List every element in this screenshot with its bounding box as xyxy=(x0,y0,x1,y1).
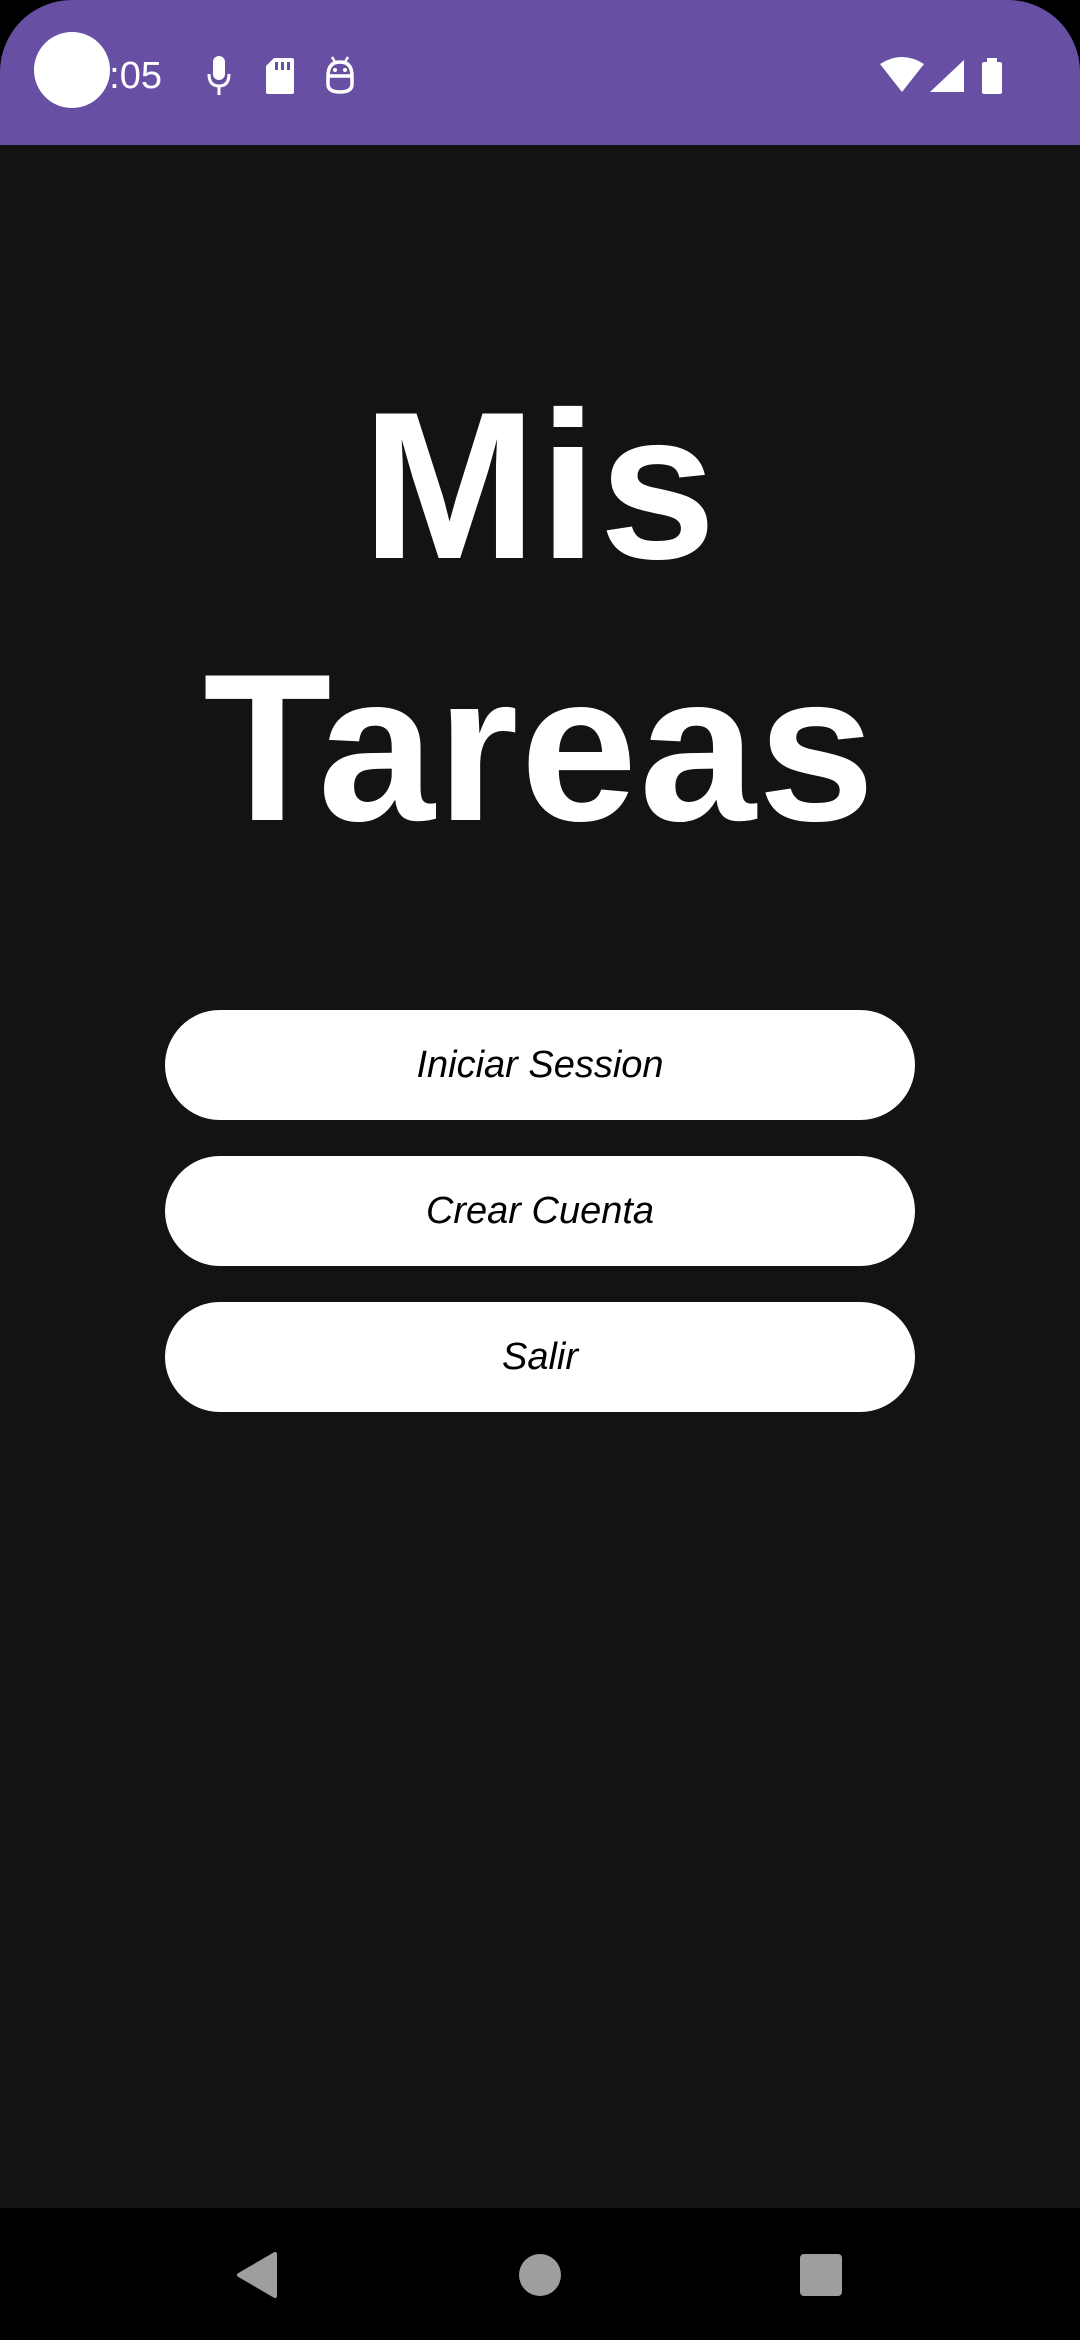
phone-screen: 3:05 Mis Tareas Iniciar Session Crear Cu… xyxy=(0,0,1080,2340)
sd-card-icon xyxy=(266,58,294,94)
app-title-line-1: Mis xyxy=(361,368,719,603)
navigation-bar xyxy=(0,2208,1080,2340)
back-icon xyxy=(237,2252,277,2298)
create-account-button[interactable]: Crear Cuenta xyxy=(165,1156,915,1266)
nav-back-button[interactable] xyxy=(212,2230,302,2320)
nav-recents-button[interactable] xyxy=(776,2230,866,2320)
status-bar: 3:05 xyxy=(0,0,1080,145)
login-button[interactable]: Iniciar Session xyxy=(165,1010,915,1120)
mic-icon xyxy=(207,56,231,95)
app-title: Mis Tareas xyxy=(0,355,1080,879)
app-title-line-2: Tareas xyxy=(203,630,877,865)
nav-home-button[interactable] xyxy=(495,2230,585,2320)
android-robot-icon xyxy=(326,56,354,94)
wifi-icon xyxy=(880,57,924,92)
exit-button[interactable]: Salir xyxy=(165,1302,915,1412)
cell-signal-icon xyxy=(930,60,964,92)
recents-icon xyxy=(800,2254,842,2296)
battery-icon xyxy=(982,58,1002,94)
home-icon xyxy=(519,2254,561,2296)
camera-cutout xyxy=(34,32,110,108)
